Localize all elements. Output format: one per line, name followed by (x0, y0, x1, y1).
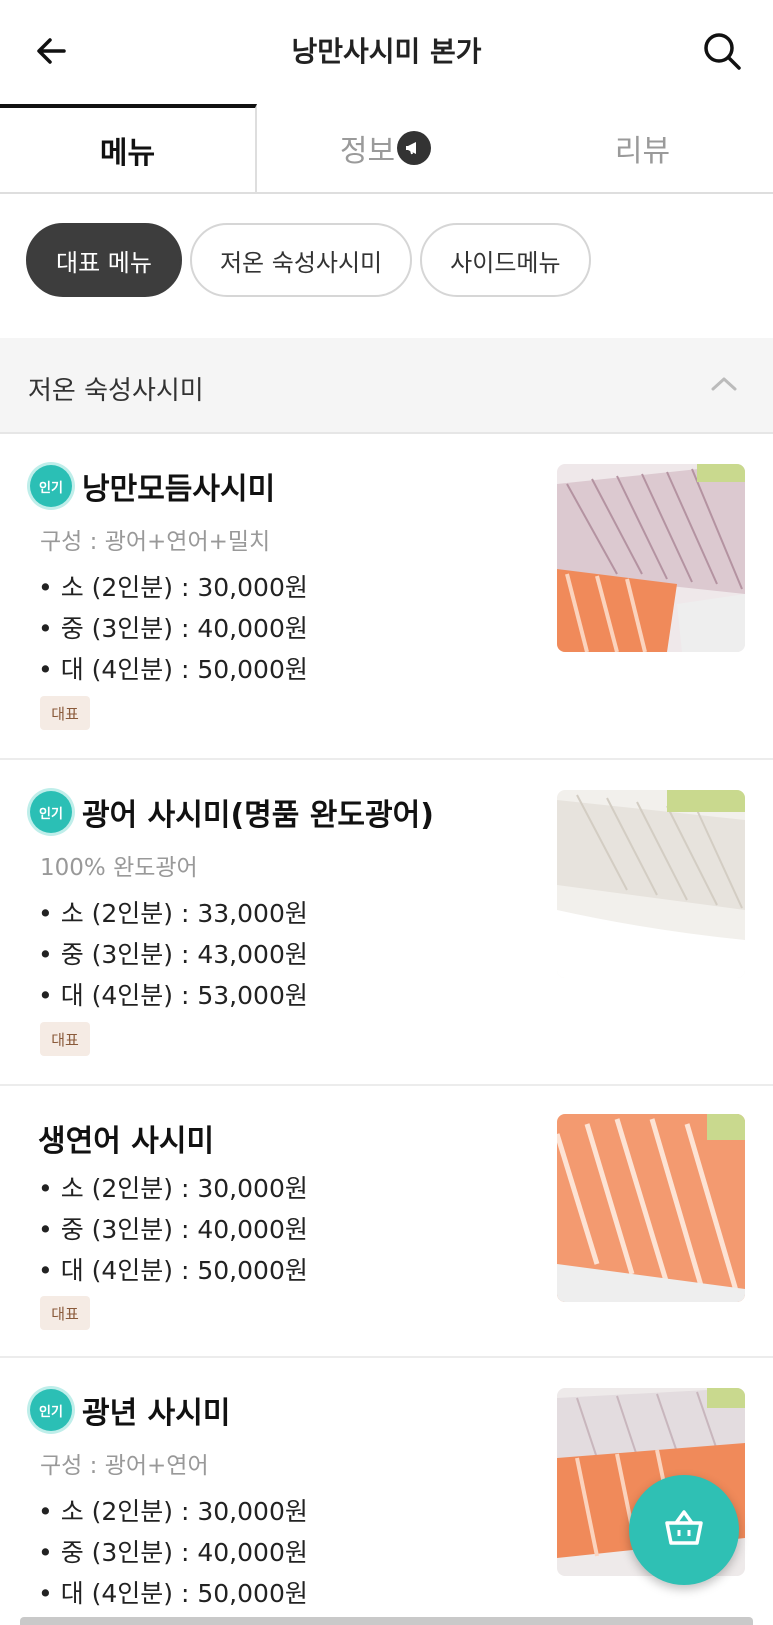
item-description: 구성 : 광어+연어+밀치 (40, 529, 271, 555)
item-price-medium: • 중 (3인분) : 40,000원 (38, 1538, 308, 1567)
item-price-large: • 대 (4인분) : 50,000원 (38, 655, 308, 684)
tab-info-label: 정보 (339, 134, 396, 169)
menu-item[interactable]: 인기 광어 사시미(명품 완도광어) 100% 완도광어 • 소 (2인분) :… (0, 760, 773, 1086)
section-title: 저온 숙성사시미 (28, 376, 204, 406)
item-name-row: 인기 광어 사시미(명품 완도광어) (30, 790, 434, 834)
item-description: 구성 : 광어+연어 (40, 1453, 209, 1479)
chip-aged-sashimi[interactable]: 저온 숙성사시미 (189, 223, 413, 297)
megaphone-icon (397, 131, 432, 165)
item-description: 100% 완도광어 (40, 855, 198, 881)
item-name: 생연어 사시미 (38, 1124, 215, 1159)
item-name-row: 생연어 사시미 (38, 1116, 214, 1160)
popular-badge: 인기 (30, 791, 72, 833)
tab-info[interactable]: 정보 (257, 104, 514, 192)
popular-badge: 인기 (30, 465, 72, 507)
item-price-large: • 대 (4인분) : 53,000원 (38, 981, 308, 1010)
representative-badge: 대표 (40, 1296, 90, 1330)
page-title: 낭만사시미 본가 (291, 35, 482, 68)
item-photo (557, 790, 745, 978)
item-name: 광년 사시미 (82, 1396, 231, 1431)
item-price-large: • 대 (4인분) : 50,000원 (38, 1256, 308, 1285)
category-chips: 대표 메뉴 저온 숙성사시미 사이드메뉴 (26, 223, 591, 297)
popular-badge: 인기 (30, 1389, 72, 1431)
item-price-small: • 소 (2인분) : 33,000원 (38, 899, 308, 928)
item-name-row: 인기 광년 사시미 (30, 1388, 230, 1432)
tab-menu[interactable]: 메뉴 (0, 104, 257, 192)
basket-icon (659, 1503, 709, 1557)
item-price-small: • 소 (2인분) : 30,000원 (38, 1174, 308, 1203)
item-price-medium: • 중 (3인분) : 40,000원 (38, 614, 308, 643)
bottom-sheet-handle (20, 1617, 753, 1625)
menu-item[interactable]: 생연어 사시미 • 소 (2인분) : 30,000원 • 중 (3인분) : … (0, 1086, 773, 1358)
item-photo (557, 1114, 745, 1302)
item-name-row: 인기 낭만모듬사시미 (30, 464, 275, 508)
item-name: 낭만모듬사시미 (82, 472, 276, 507)
tab-menu-label: 메뉴 (99, 136, 156, 171)
item-price-medium: • 중 (3인분) : 40,000원 (38, 1215, 308, 1244)
top-app-bar: 낭만사시미 본가 (0, 0, 773, 104)
chevron-up-icon[interactable] (709, 374, 739, 394)
section-header[interactable]: 저온 숙성사시미 (0, 338, 773, 434)
search-icon[interactable] (697, 26, 747, 76)
representative-badge: 대표 (40, 1022, 90, 1056)
cart-button[interactable] (629, 1475, 739, 1585)
chip-side-menu[interactable]: 사이드메뉴 (420, 223, 591, 297)
tab-bar: 메뉴 정보 리뷰 (0, 104, 773, 194)
item-photo (557, 464, 745, 652)
chip-representative-menu[interactable]: 대표 메뉴 (26, 223, 182, 297)
item-price-large: • 대 (4인분) : 50,000원 (38, 1579, 308, 1608)
tab-reviews[interactable]: 리뷰 (514, 104, 771, 192)
tab-reviews-label: 리뷰 (614, 134, 671, 169)
item-price-medium: • 중 (3인분) : 43,000원 (38, 940, 308, 969)
representative-badge: 대표 (40, 696, 90, 730)
item-price-small: • 소 (2인분) : 30,000원 (38, 1497, 308, 1526)
item-name: 광어 사시미(명품 완도광어) (82, 798, 434, 833)
menu-item[interactable]: 인기 낭만모듬사시미 구성 : 광어+연어+밀치 • 소 (2인분) : 30,… (0, 434, 773, 760)
item-price-small: • 소 (2인분) : 30,000원 (38, 573, 308, 602)
